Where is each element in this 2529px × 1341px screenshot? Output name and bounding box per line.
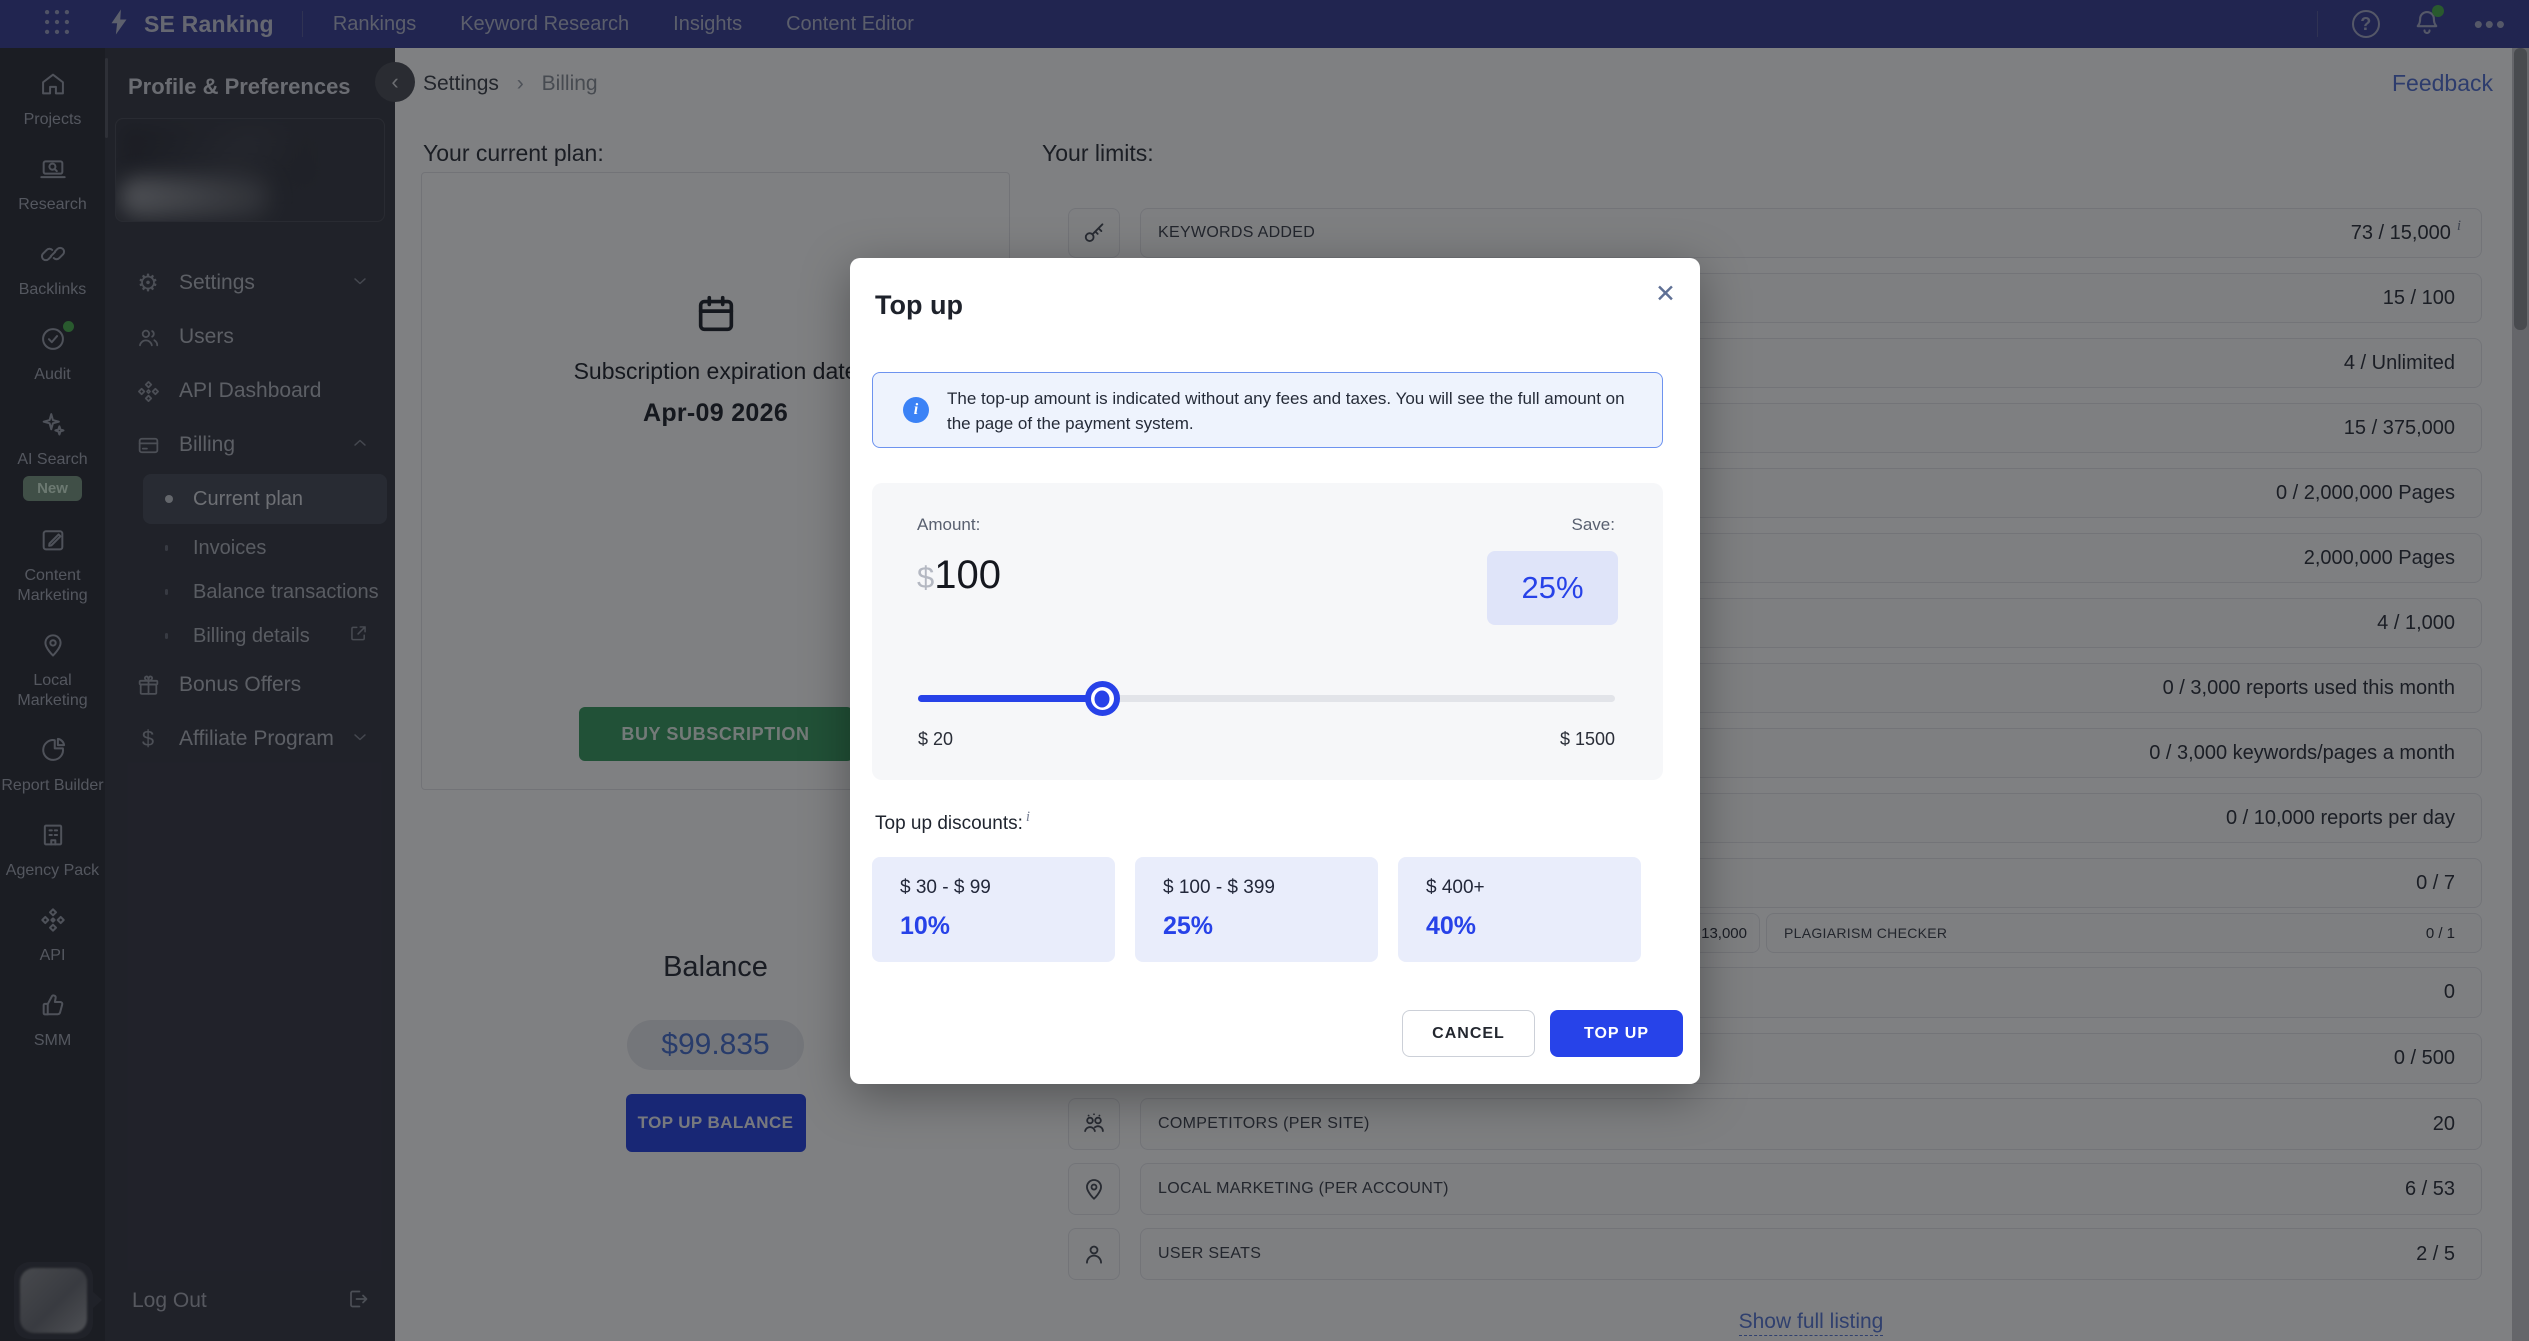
discount-range: $ 30 - $ 99 [900,877,991,899]
amount-label: Amount: [917,515,980,535]
amount-panel: Amount: Save: $100 25% $ 20 $ 1500 [872,483,1663,780]
discount-range: $ 400+ [1426,877,1485,899]
discount-card: $ 100 - $ 399 25% [1135,857,1378,962]
close-icon[interactable]: ✕ [1655,282,1676,307]
discount-card: $ 30 - $ 99 10% [872,857,1115,962]
save-badge: 25% [1487,551,1618,625]
info-banner: i The top-up amount is indicated without… [872,372,1663,448]
info-text: The top-up amount is indicated without a… [947,386,1625,436]
discount-percent: 25% [1163,912,1213,941]
slider-fill [918,695,1103,702]
top-up-button[interactable]: TOP UP [1550,1010,1683,1057]
discounts-label: Top up discounts:i [875,813,1030,835]
discount-card: $ 400+ 40% [1398,857,1641,962]
slider-thumb[interactable] [1085,681,1120,716]
info-icon: i [903,397,929,423]
amount-slider[interactable] [918,683,1615,713]
currency-symbol: $ [917,560,934,595]
slider-min-label: $ 20 [918,729,953,750]
amount-value: 100 [934,553,1001,597]
discount-range: $ 100 - $ 399 [1163,877,1275,899]
amount-field[interactable]: $100 [917,553,1001,598]
discount-percent: 10% [900,912,950,941]
cancel-button[interactable]: CANCEL [1402,1010,1535,1057]
save-label: Save: [1572,515,1615,535]
slider-max-label: $ 1500 [1560,729,1615,750]
discount-percent: 40% [1426,912,1476,941]
top-up-modal: Top up ✕ i The top-up amount is indicate… [850,258,1700,1084]
modal-title: Top up [875,290,963,321]
discounts-info-sup: i [1026,809,1030,825]
